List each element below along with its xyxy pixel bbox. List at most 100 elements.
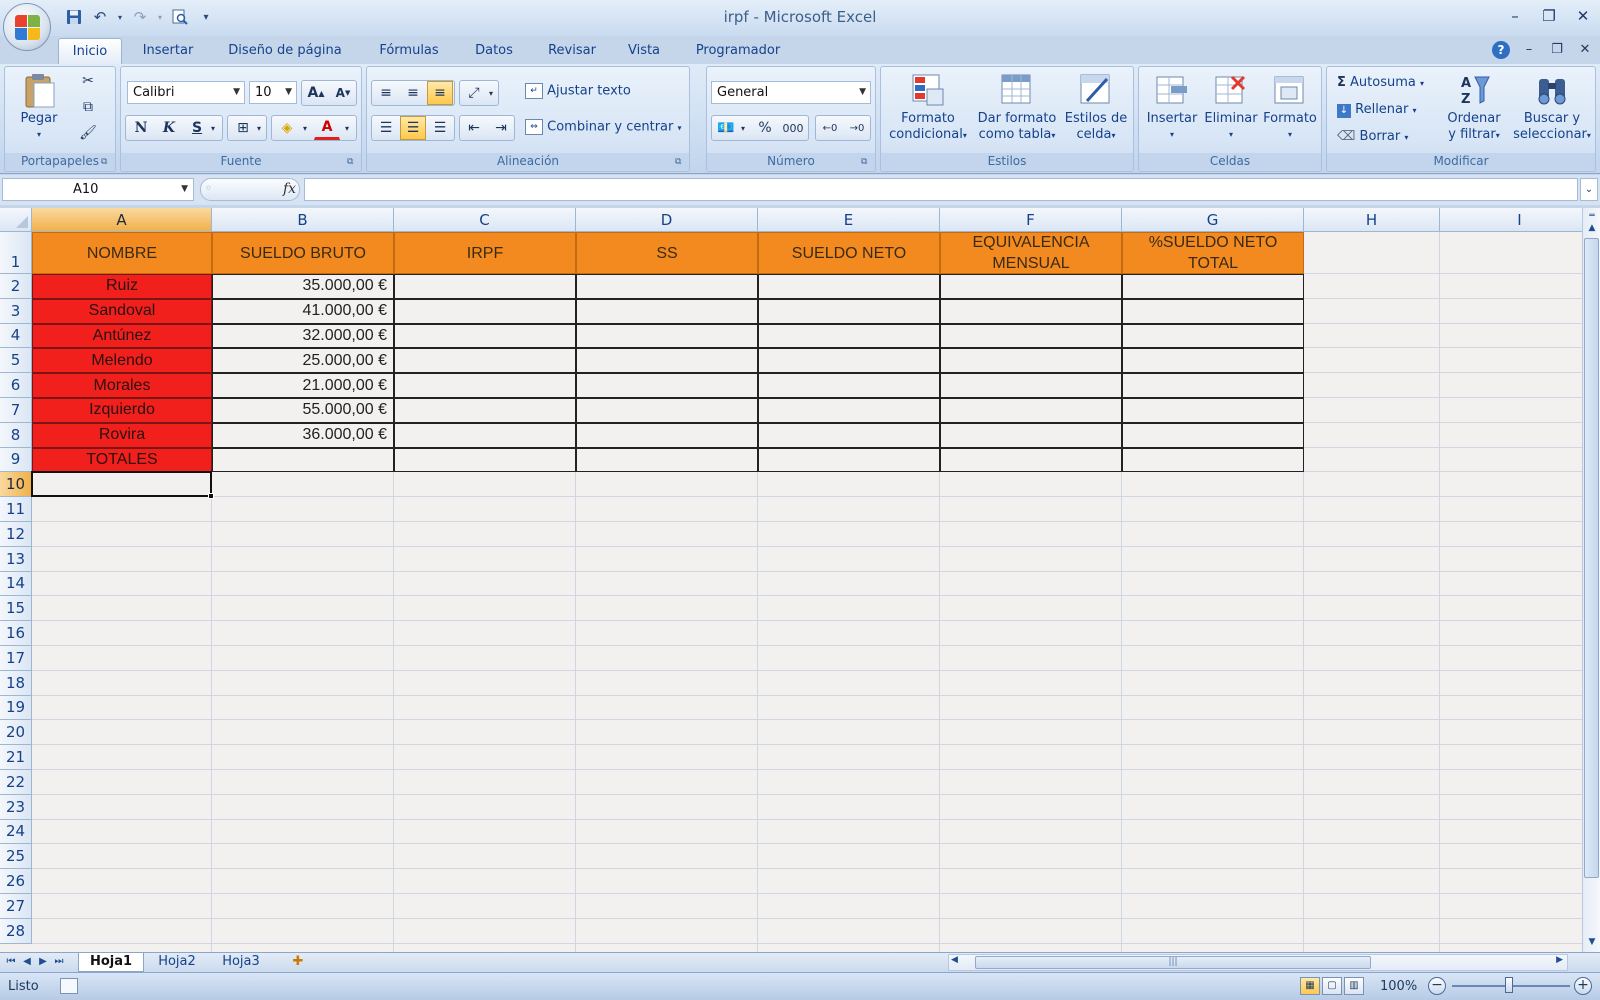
name-cell[interactable]: Sandoval bbox=[32, 298, 212, 324]
row-header-18[interactable]: 18 bbox=[0, 670, 32, 696]
scissors-icon[interactable]: ✂ bbox=[75, 69, 101, 93]
sueldo-bruto-cell[interactable]: 25.000,00 € bbox=[212, 348, 394, 374]
font-color-icon[interactable]: A bbox=[314, 116, 340, 140]
table-cell[interactable] bbox=[576, 373, 758, 398]
vertical-scrollbar[interactable]: ═ ▲ ▼ bbox=[1582, 208, 1600, 952]
merge-center-button[interactable]: ⇔ Combinar y centrar ▾ bbox=[525, 119, 682, 135]
format-as-table-button[interactable]: Dar formato como tabla▾ bbox=[973, 73, 1061, 144]
table-cell[interactable] bbox=[576, 348, 758, 374]
sueldo-bruto-cell[interactable]: 41.000,00 € bbox=[212, 298, 394, 324]
row-header-16[interactable]: 16 bbox=[0, 621, 32, 646]
tab-formulas[interactable]: Fórmulas bbox=[364, 38, 454, 64]
table-cell[interactable] bbox=[940, 422, 1122, 448]
column-header-d[interactable]: D bbox=[576, 208, 758, 232]
row-header-13[interactable]: 13 bbox=[0, 546, 32, 572]
header-cell[interactable]: EQUIVALENCIA MENSUAL bbox=[940, 232, 1122, 274]
tab-insertar[interactable]: Insertar bbox=[130, 38, 206, 64]
active-cell-selection[interactable] bbox=[31, 471, 212, 498]
table-cell[interactable] bbox=[394, 323, 576, 349]
decrease-indent-icon[interactable]: ⇤ bbox=[461, 116, 487, 140]
row-header-3[interactable]: 3 bbox=[0, 298, 32, 324]
sueldo-bruto-cell[interactable]: 32.000,00 € bbox=[212, 323, 394, 349]
row-header-27[interactable]: 27 bbox=[0, 894, 32, 919]
table-cell[interactable] bbox=[1122, 348, 1304, 374]
page-layout-view-icon[interactable]: ▢ bbox=[1322, 977, 1342, 995]
row-header-23[interactable]: 23 bbox=[0, 794, 32, 820]
table-cell[interactable] bbox=[1122, 373, 1304, 398]
font-name-select[interactable]: Calibri ▼ bbox=[127, 81, 245, 104]
table-cell[interactable] bbox=[576, 447, 758, 473]
find-select-button[interactable]: Buscar y seleccionar▾ bbox=[1509, 73, 1595, 144]
row-header-1[interactable]: 1 bbox=[0, 232, 32, 274]
shrink-font-icon[interactable]: A ▼ bbox=[330, 81, 356, 105]
column-header-a[interactable]: A bbox=[32, 208, 212, 232]
row-header-15[interactable]: 15 bbox=[0, 596, 32, 622]
column-header-e[interactable]: E bbox=[758, 208, 940, 232]
table-cell[interactable] bbox=[394, 447, 576, 473]
name-box[interactable]: A10 ▼ bbox=[2, 178, 194, 201]
format-painter-icon[interactable]: 🖌 bbox=[75, 121, 101, 145]
sueldo-bruto-cell[interactable] bbox=[212, 447, 394, 473]
worksheet-grid[interactable]: ABCDEFGHI 1 2 3 4 5 6 7 8 9 10 11 12 13 14 15 16 17 18 19 2… bbox=[0, 208, 1600, 952]
name-cell[interactable]: Rovira bbox=[32, 422, 212, 448]
zoom-out-button[interactable]: − bbox=[1428, 977, 1446, 995]
table-cell[interactable] bbox=[576, 422, 758, 448]
first-sheet-icon[interactable]: ⏮ bbox=[4, 954, 18, 970]
chevron-down-icon[interactable]: ▾ bbox=[340, 116, 354, 140]
next-sheet-icon[interactable]: ▶ bbox=[36, 954, 50, 970]
table-cell[interactable] bbox=[758, 298, 940, 324]
scrollbar-thumb[interactable]: ||| bbox=[975, 956, 1371, 969]
row-header-12[interactable]: 12 bbox=[0, 522, 32, 547]
number-format-select[interactable]: General ▼ bbox=[711, 81, 871, 104]
minimize-icon[interactable]: – bbox=[1498, 2, 1532, 30]
tab-inicio[interactable]: Inicio bbox=[58, 38, 122, 64]
close-icon[interactable]: ✕ bbox=[1566, 2, 1600, 30]
align-top-icon[interactable]: ≡ bbox=[373, 81, 399, 105]
clear-button[interactable]: ⌫ Borrar ▾ bbox=[1337, 129, 1408, 144]
name-cell[interactable]: TOTALES bbox=[32, 447, 212, 473]
table-cell[interactable] bbox=[1122, 298, 1304, 324]
table-cell[interactable] bbox=[394, 298, 576, 324]
thousands-button[interactable]: 000 bbox=[778, 116, 808, 140]
sueldo-bruto-cell[interactable]: 21.000,00 € bbox=[212, 373, 394, 398]
table-cell[interactable] bbox=[758, 323, 940, 349]
row-header-6[interactable]: 6 bbox=[0, 373, 32, 398]
row-header-22[interactable]: 22 bbox=[0, 770, 32, 795]
tab-vista[interactable]: Vista bbox=[618, 38, 670, 64]
row-header-26[interactable]: 26 bbox=[0, 869, 32, 894]
zoom-in-button[interactable]: + bbox=[1574, 977, 1592, 995]
formula-input[interactable] bbox=[304, 178, 1578, 201]
row-header-9[interactable]: 9 bbox=[0, 447, 32, 473]
wrap-text-button[interactable]: ↵ Ajustar texto bbox=[525, 83, 631, 99]
increase-decimal-icon[interactable]: ←0 bbox=[817, 116, 843, 140]
prev-sheet-icon[interactable]: ◀ bbox=[20, 954, 34, 970]
header-cell[interactable]: IRPF bbox=[394, 232, 576, 274]
restore-icon[interactable]: ❐ bbox=[1532, 2, 1566, 30]
zoom-level[interactable]: 100% bbox=[1380, 979, 1417, 994]
insert-function-icon[interactable]: fx bbox=[283, 181, 296, 197]
horizontal-scrollbar[interactable]: ◀ ||| ▶ bbox=[948, 954, 1568, 971]
header-cell[interactable]: %SUELDO NETO TOTAL bbox=[1122, 232, 1304, 274]
row-header-25[interactable]: 25 bbox=[0, 844, 32, 870]
name-cell[interactable]: Morales bbox=[32, 373, 212, 398]
sueldo-bruto-cell[interactable]: 55.000,00 € bbox=[212, 398, 394, 423]
chevron-down-icon[interactable]: ▾ bbox=[298, 116, 312, 140]
row-header-8[interactable]: 8 bbox=[0, 422, 32, 448]
column-header-f[interactable]: F bbox=[940, 208, 1122, 232]
row-header-24[interactable]: 24 bbox=[0, 819, 32, 845]
tab-programador[interactable]: Programador bbox=[680, 38, 796, 64]
table-cell[interactable] bbox=[940, 298, 1122, 324]
table-cell[interactable] bbox=[940, 398, 1122, 423]
chevron-down-icon[interactable]: ▾ bbox=[736, 116, 750, 140]
sueldo-bruto-cell[interactable]: 36.000,00 € bbox=[212, 422, 394, 448]
normal-view-icon[interactable]: ▦ bbox=[1300, 977, 1320, 995]
table-cell[interactable] bbox=[758, 348, 940, 374]
header-cell[interactable]: NOMBRE bbox=[32, 232, 212, 274]
format-cells-button[interactable]: Formato ▾ bbox=[1261, 73, 1319, 143]
last-sheet-icon[interactable]: ⏭ bbox=[52, 954, 66, 970]
sheet-tab-hoja1[interactable]: Hoja1 bbox=[78, 953, 144, 972]
insert-cells-button[interactable]: Insertar ▾ bbox=[1143, 73, 1201, 143]
table-cell[interactable] bbox=[394, 422, 576, 448]
minimize-icon[interactable]: – bbox=[1518, 38, 1540, 60]
font-size-select[interactable]: 10 ▼ bbox=[249, 81, 297, 104]
